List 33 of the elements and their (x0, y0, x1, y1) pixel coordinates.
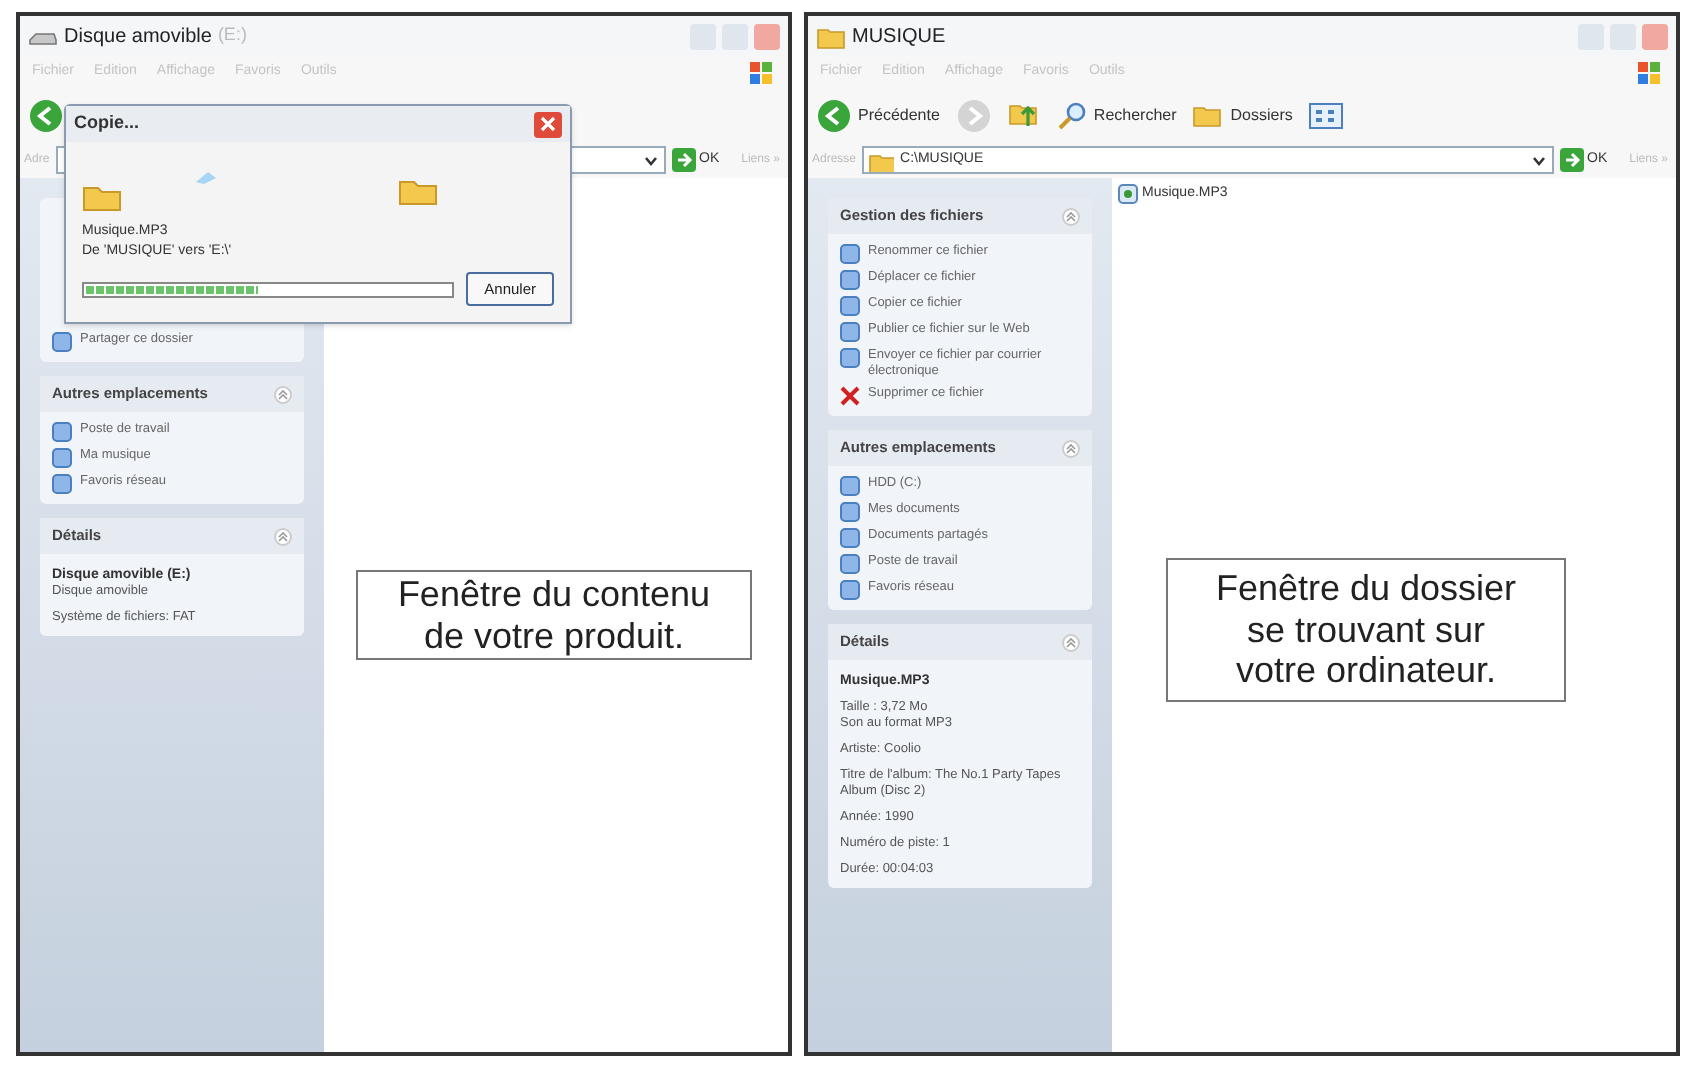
go-arrow-icon (1559, 148, 1584, 172)
collapse-icon (1062, 207, 1080, 225)
collapse-icon (1062, 633, 1080, 651)
audio-file-icon (1118, 184, 1138, 205)
window-title: Disque amovible (64, 23, 212, 51)
search-button[interactable]: Rechercher (1055, 100, 1177, 132)
window-title-suffix: (E:) (217, 22, 247, 49)
callout-text: Fenêtre du dossier se trouvant sur votre ordinateur. (1166, 558, 1566, 703)
window-title: MUSIQUE (852, 23, 946, 51)
back-button[interactable]: Précédente (816, 98, 940, 134)
views-button[interactable] (1308, 102, 1345, 130)
windows-flag-icon (748, 59, 776, 87)
windows-flag-icon (1636, 59, 1664, 87)
collapse-icon (1062, 439, 1080, 457)
folder-icon (868, 149, 895, 171)
back-button[interactable] (28, 98, 64, 134)
folder-icon (1192, 102, 1225, 130)
callout-text: Fenêtre du contenu de votre produit. (356, 570, 752, 661)
folders-button[interactable]: Dossiers (1192, 102, 1293, 130)
close-button[interactable] (1642, 23, 1668, 49)
paper-icon (194, 170, 218, 186)
up-button[interactable] (1007, 100, 1040, 132)
search-icon (1055, 100, 1088, 132)
close-button[interactable] (534, 111, 562, 137)
delete-x-icon (840, 386, 860, 406)
task-icon (52, 332, 72, 352)
folder-icon (816, 23, 846, 49)
dialog-title: Copie... (74, 110, 140, 137)
collapse-icon (274, 527, 292, 545)
close-icon (540, 116, 556, 132)
close-button[interactable] (754, 23, 780, 49)
go-arrow-icon (671, 148, 696, 172)
collapse-icon (274, 385, 292, 403)
